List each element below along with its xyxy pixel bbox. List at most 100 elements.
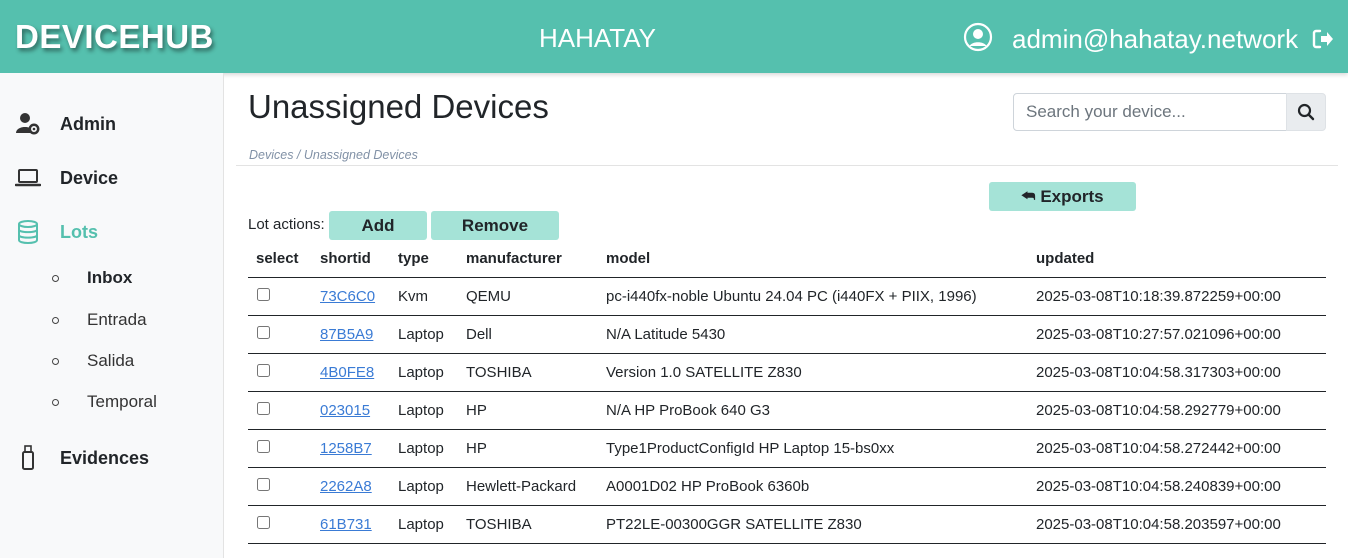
user-email[interactable]: admin@hahatay.network: [1012, 24, 1298, 55]
bullet-icon: [52, 316, 59, 324]
reply-icon: ⮪: [1021, 188, 1036, 205]
device-shortid-link[interactable]: 87B5A9: [320, 326, 373, 343]
sidebar-item-label: Device: [60, 167, 119, 188]
sidebar-item-label: Admin: [60, 113, 116, 134]
device-model: PT22LE-00300GGR SATELLITE Z830: [606, 505, 1036, 544]
sidebar: Admin Device Lots Inbox Entrada Salida T…: [0, 73, 224, 558]
remove-button[interactable]: Remove: [431, 211, 559, 240]
search-button[interactable]: [1286, 93, 1326, 131]
usb-drive-icon: [15, 445, 41, 471]
device-type: Kvm: [398, 277, 466, 316]
table-row[interactable]: 023015 Laptop HP N/A HP ProBook 640 G3 2…: [248, 391, 1326, 430]
device-type: Laptop: [398, 429, 466, 468]
table-row[interactable]: 87B5A9 Laptop Dell N/A Latitude 5430 202…: [248, 315, 1326, 354]
logout-icon[interactable]: [1311, 27, 1335, 51]
bullet-icon: [52, 398, 59, 406]
device-model: Version 1.0 SATELLITE Z830: [606, 353, 1036, 392]
page-title: Unassigned Devices: [248, 88, 549, 125]
device-shortid-link[interactable]: 4B0FE8: [320, 364, 374, 381]
row-select-checkbox[interactable]: [257, 325, 270, 339]
sidebar-lot-inbox[interactable]: Inbox: [52, 268, 132, 288]
device-updated: 2025-03-08T10:04:58.203597+00:00: [1036, 505, 1326, 544]
row-select-checkbox[interactable]: [257, 515, 270, 529]
row-select-checkbox[interactable]: [257, 287, 270, 301]
table-row[interactable]: 2262A8 Laptop Hewlett-Packard A0001D02 H…: [248, 467, 1326, 506]
sidebar-lot-entrada[interactable]: Entrada: [52, 310, 147, 330]
device-manufacturer: TOSHIBA: [466, 505, 606, 544]
device-manufacturer: Hewlett-Packard: [466, 467, 606, 506]
device-updated: 2025-03-08T10:04:58.292779+00:00: [1036, 391, 1326, 430]
device-type: Laptop: [398, 315, 466, 354]
device-manufacturer: HP: [466, 429, 606, 468]
device-model: A0001D02 HP ProBook 6360b: [606, 467, 1036, 506]
column-header-type[interactable]: type: [398, 241, 466, 278]
exports-button[interactable]: ⮪ Exports: [989, 182, 1136, 211]
device-model: N/A Latitude 5430: [606, 315, 1036, 354]
sidebar-item-lots[interactable]: Lots: [15, 219, 98, 245]
device-updated: 2025-03-08T10:18:39.872259+00:00: [1036, 277, 1326, 316]
lot-label: Inbox: [87, 268, 133, 287]
organization-name: HAHATAY: [539, 23, 657, 53]
device-type: Laptop: [398, 391, 466, 430]
device-updated: 2025-03-08T10:04:58.240839+00:00: [1036, 467, 1326, 506]
device-updated: 2025-03-08T10:27:57.021096+00:00: [1036, 315, 1326, 354]
device-shortid-link[interactable]: 023015: [320, 402, 370, 419]
row-select-checkbox[interactable]: [257, 401, 270, 415]
divider: [236, 165, 1338, 166]
lot-label: Salida: [87, 351, 135, 370]
laptop-icon: [15, 165, 41, 191]
bullet-icon: [52, 274, 59, 282]
row-select-checkbox[interactable]: [257, 477, 270, 491]
user-circle-icon[interactable]: [963, 22, 993, 52]
sidebar-lot-temporal[interactable]: Temporal: [52, 392, 157, 412]
lot-label: Entrada: [87, 310, 147, 329]
device-model: N/A HP ProBook 640 G3: [606, 391, 1036, 430]
sidebar-item-label: Evidences: [60, 447, 150, 468]
table-row[interactable]: 1258B7 Laptop HP Type1ProductConfigId HP…: [248, 429, 1326, 468]
user-gear-icon: [15, 111, 41, 137]
device-shortid-link[interactable]: 73C6C0: [320, 288, 375, 305]
bullet-icon: [52, 357, 59, 365]
table-row[interactable]: 73C6C0 Kvm QEMU pc-i440fx-noble Ubuntu 2…: [248, 277, 1326, 316]
device-shortid-link[interactable]: 1258B7: [320, 440, 372, 457]
device-manufacturer: QEMU: [466, 277, 606, 316]
column-header-manufacturer[interactable]: manufacturer: [466, 241, 606, 278]
device-model: pc-i440fx-noble Ubuntu 24.04 PC (i440FX …: [606, 277, 1036, 316]
device-manufacturer: HP: [466, 391, 606, 430]
device-type: Laptop: [398, 353, 466, 392]
sidebar-item-device[interactable]: Device: [15, 165, 118, 191]
device-type: Laptop: [398, 467, 466, 506]
device-manufacturer: Dell: [466, 315, 606, 354]
exports-label: Exports: [1040, 186, 1104, 206]
device-manufacturer: TOSHIBA: [466, 353, 606, 392]
search-input[interactable]: [1013, 93, 1287, 131]
top-navbar: DEVICEHUB HAHATAY admin@hahatay.network: [0, 0, 1348, 73]
sidebar-item-evidences[interactable]: Evidences: [15, 445, 149, 471]
brand-logo[interactable]: DEVICEHUB: [15, 18, 214, 56]
database-icon: [15, 219, 41, 245]
device-updated: 2025-03-08T10:04:58.317303+00:00: [1036, 353, 1326, 392]
sidebar-lot-salida[interactable]: Salida: [52, 351, 134, 371]
device-updated: 2025-03-08T10:04:58.272442+00:00: [1036, 429, 1326, 468]
device-model: Type1ProductConfigId HP Laptop 15-bs0xx: [606, 429, 1036, 468]
sidebar-item-admin[interactable]: Admin: [15, 111, 116, 137]
device-shortid-link[interactable]: 61B731: [320, 516, 372, 533]
lot-actions-label: Lot actions:: [248, 216, 325, 233]
table-row[interactable]: 4B0FE8 Laptop TOSHIBA Version 1.0 SATELL…: [248, 353, 1326, 392]
breadcrumb[interactable]: Devices / Unassigned Devices: [249, 148, 418, 162]
devices-table: select shortid type manufacturer model u…: [248, 241, 1326, 544]
column-header-updated[interactable]: updated: [1036, 241, 1326, 278]
column-header-shortid[interactable]: shortid: [320, 241, 398, 278]
sidebar-item-label: Lots: [60, 221, 98, 242]
table-row[interactable]: 61B731 Laptop TOSHIBA PT22LE-00300GGR SA…: [248, 505, 1326, 544]
column-header-model[interactable]: model: [606, 241, 1036, 278]
row-select-checkbox[interactable]: [257, 363, 270, 377]
lot-label: Temporal: [87, 392, 157, 411]
row-select-checkbox[interactable]: [257, 439, 270, 453]
device-type: Laptop: [398, 505, 466, 544]
search-icon: [1297, 103, 1315, 121]
table-header-row: select shortid type manufacturer model u…: [248, 241, 1326, 278]
add-button[interactable]: Add: [329, 211, 427, 240]
column-header-select[interactable]: select: [248, 241, 320, 278]
device-shortid-link[interactable]: 2262A8: [320, 478, 372, 495]
